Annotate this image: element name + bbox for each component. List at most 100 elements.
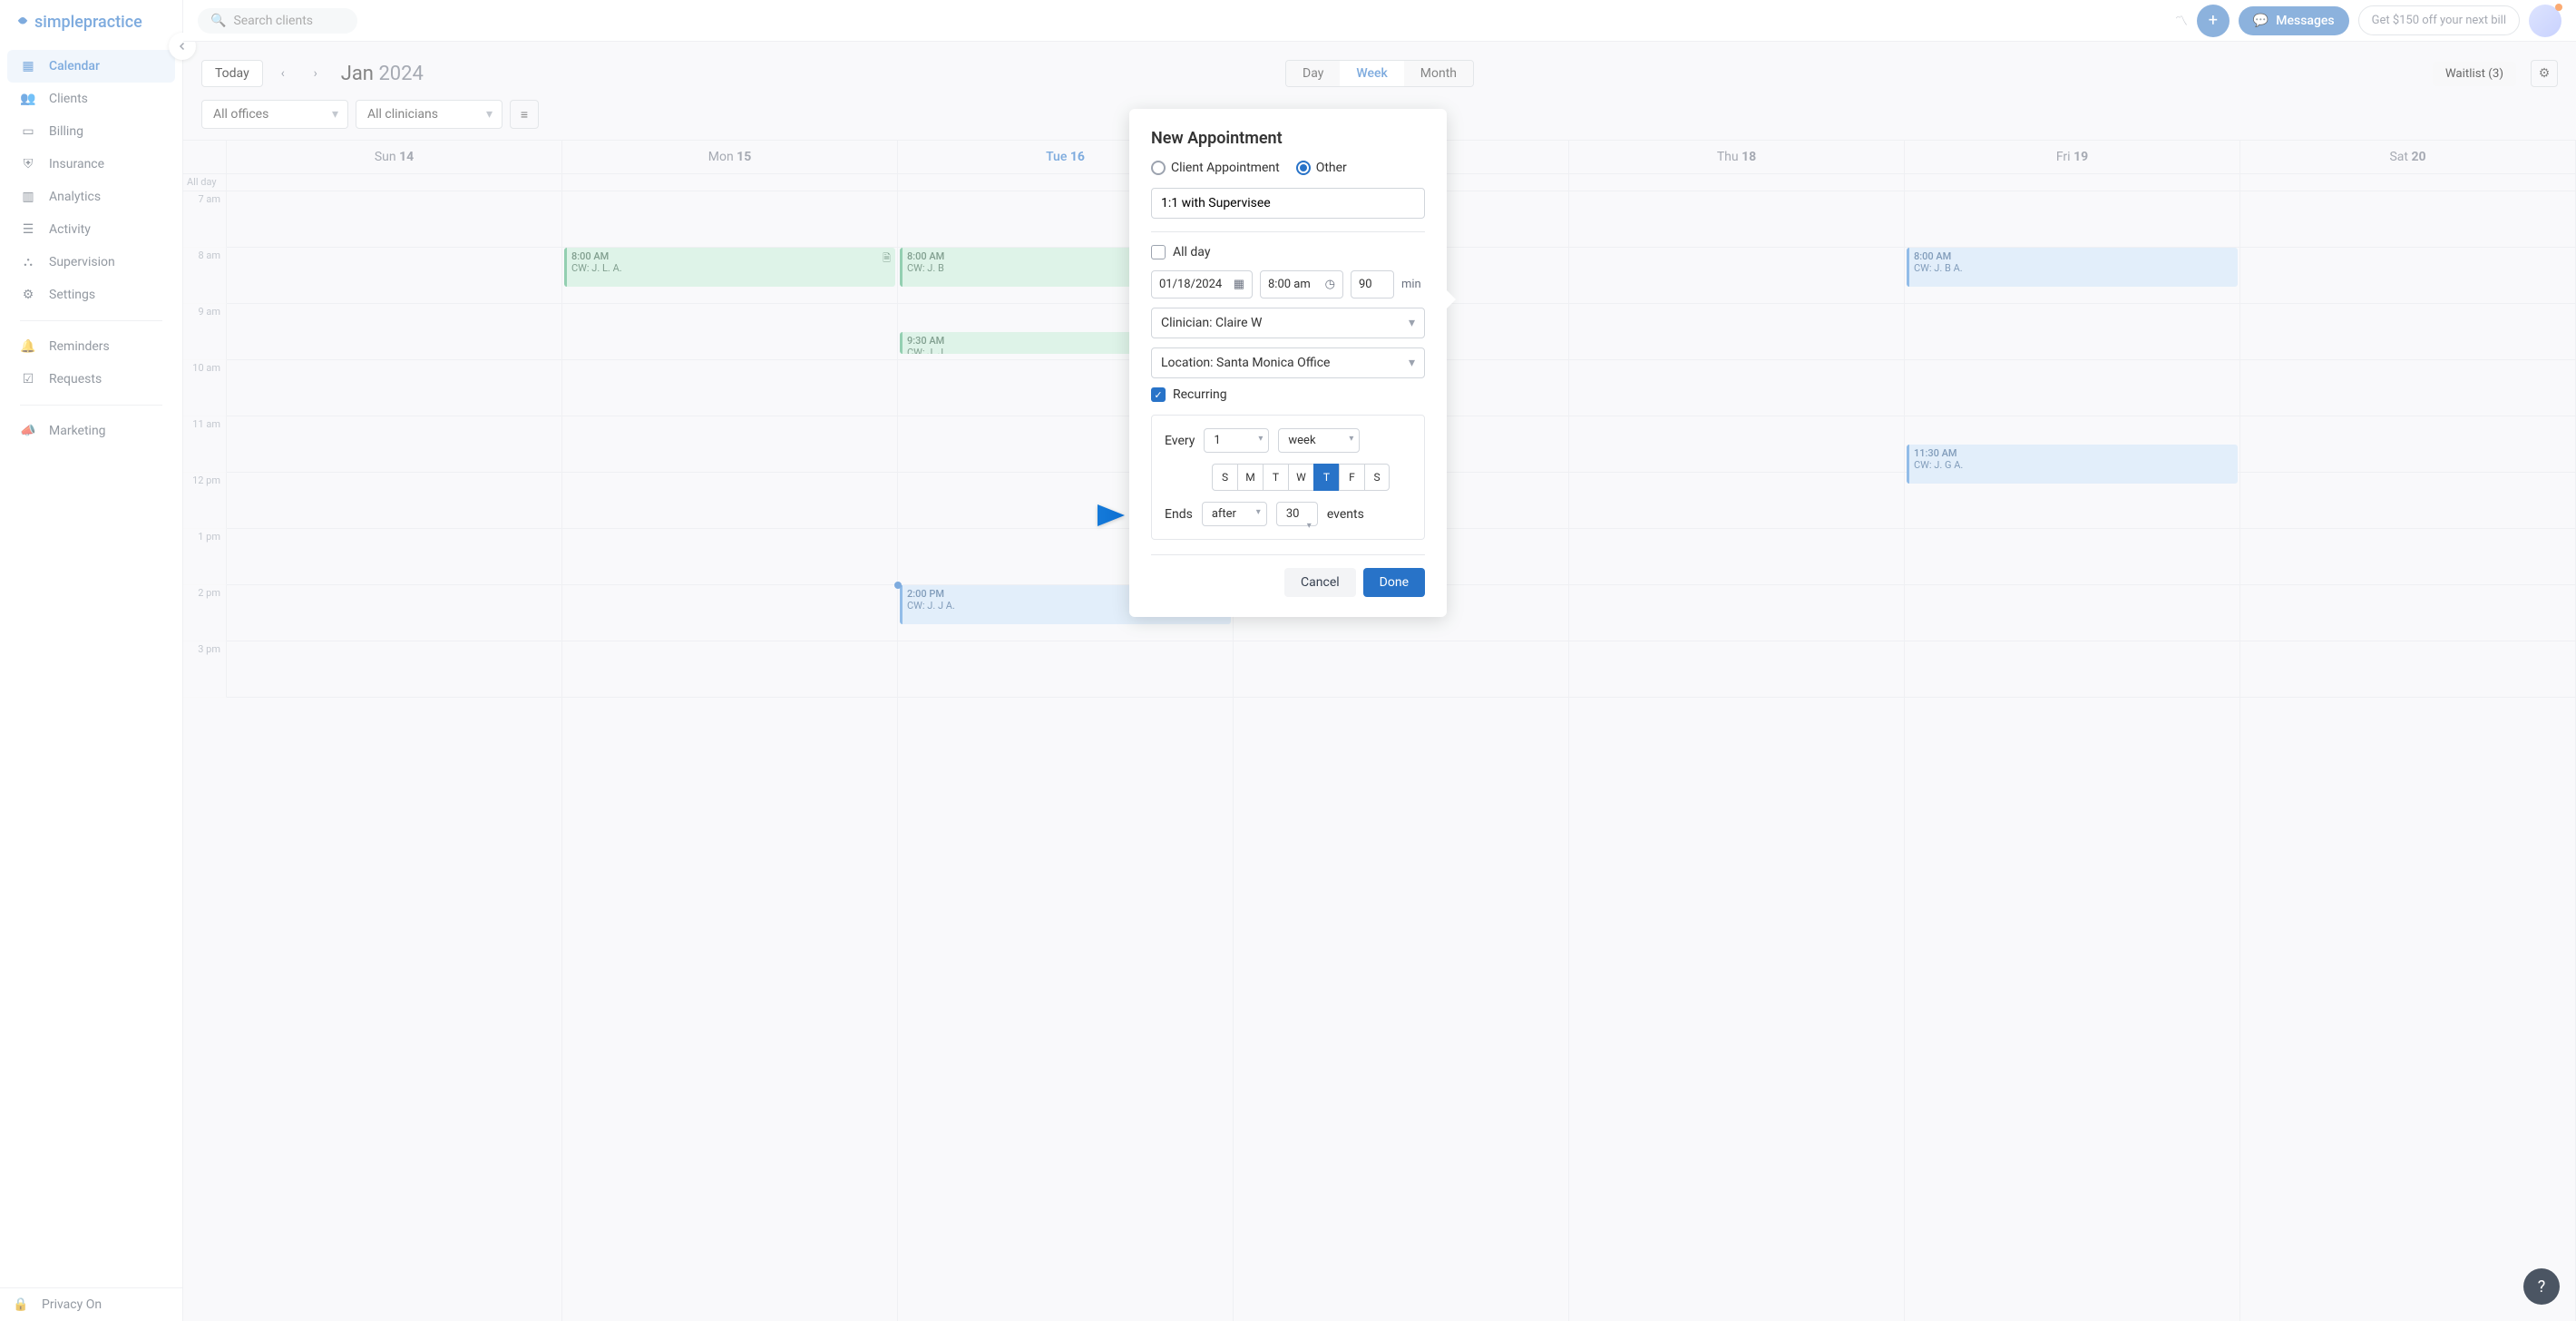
checkbox-icon: ✓ <box>1151 387 1166 402</box>
time-input[interactable]: 8:00 am ◷ <box>1260 270 1343 298</box>
messages-button[interactable]: 💬 Messages <box>2239 6 2349 35</box>
duration-input[interactable]: 90 <box>1351 270 1394 298</box>
day-btn[interactable]: F <box>1339 464 1364 491</box>
clinicians-filter[interactable]: All clinicians <box>356 100 503 129</box>
calendar-event[interactable]: 8:00 AM 🗎CW: J. L. A. <box>564 248 895 287</box>
min-label: min <box>1401 278 1421 291</box>
day-header[interactable]: Sat 20 <box>2240 141 2576 173</box>
sidebar-item-privacy[interactable]: 🔒 Privacy On <box>0 1288 182 1321</box>
view-day[interactable]: Day <box>1286 61 1340 86</box>
calendar-icon: ▦ <box>1234 278 1244 291</box>
modal-title: New Appointment <box>1151 129 1425 148</box>
date-input[interactable]: 01/18/2024 ▦ <box>1151 270 1253 298</box>
radio-client-appointment[interactable]: Client Appointment <box>1151 161 1280 175</box>
next-button[interactable]: › <box>303 61 328 86</box>
shield-icon: ⛨ <box>20 157 36 171</box>
recurring-checkbox-row[interactable]: ✓ Recurring <box>1151 387 1425 402</box>
ends-mode-select[interactable]: after <box>1202 502 1267 526</box>
radio-other[interactable]: Other <box>1296 161 1347 175</box>
events-label: events <box>1327 507 1364 522</box>
prev-button[interactable]: ‹ <box>270 61 296 86</box>
day-btn[interactable]: W <box>1288 464 1313 491</box>
search-input[interactable] <box>233 14 345 28</box>
list-icon: ☰ <box>20 222 36 237</box>
day-header[interactable]: Fri 19 <box>1905 141 2240 173</box>
today-button[interactable]: Today <box>201 60 263 87</box>
sidebar-item-calendar[interactable]: ▦ Calendar <box>7 50 175 83</box>
sidebar-item-supervision[interactable]: ⛬ Supervision <box>7 246 175 279</box>
butterfly-icon <box>15 15 31 31</box>
users-icon: 👥 <box>20 92 36 106</box>
radio-icon <box>1151 161 1166 175</box>
day-col-thu[interactable] <box>1569 191 1905 1321</box>
sidebar-item-label: Settings <box>49 288 95 302</box>
day-header[interactable]: Mon 15 <box>562 141 898 173</box>
location-select[interactable]: Location: Santa Monica Office ▾ <box>1151 347 1425 378</box>
allday-checkbox-row[interactable]: All day <box>1151 245 1425 259</box>
promo-button[interactable]: Get $150 off your next bill <box>2358 5 2520 35</box>
day-btn[interactable]: S <box>1212 464 1237 491</box>
freq-unit-select[interactable]: week <box>1278 428 1360 453</box>
day-col-sat[interactable] <box>2240 191 2576 1321</box>
done-button[interactable]: Done <box>1363 568 1425 597</box>
appointment-name-input[interactable] <box>1151 188 1425 219</box>
ends-count-select[interactable]: 30 <box>1276 502 1318 526</box>
chevron-down-icon: ▾ <box>1409 356 1415 370</box>
messages-label: Messages <box>2276 14 2334 28</box>
sidebar-item-analytics[interactable]: ▥ Analytics <box>7 181 175 213</box>
view-week[interactable]: Week <box>1340 61 1403 86</box>
logo[interactable]: simplepractice <box>0 0 182 44</box>
freq-num-select[interactable]: 1 <box>1204 428 1269 453</box>
avatar[interactable] <box>2529 5 2561 37</box>
bell-icon: 🔔 <box>20 339 36 354</box>
megaphone-icon: 📣 <box>20 424 36 438</box>
day-col-fri[interactable]: 8:00 AMCW: J. B A. 11:30 AMCW: J. G A. <box>1905 191 2240 1321</box>
trend-icon[interactable]: 〽 <box>2175 12 2188 30</box>
calendar-settings-button[interactable]: ⚙ <box>2531 60 2558 87</box>
day-header[interactable]: Thu 18 <box>1569 141 1905 173</box>
sidebar-item-label: Activity <box>49 222 91 237</box>
waitlist-button[interactable]: Waitlist (3) <box>2433 62 2516 86</box>
sidebar-item-settings[interactable]: ⚙ Settings <box>7 279 175 311</box>
sidebar-item-label: Supervision <box>49 255 115 269</box>
calendar-event[interactable]: 8:00 AMCW: J. B A. <box>1907 248 2238 287</box>
view-switch: Day Week Month <box>1285 60 1474 87</box>
sidebar-item-clients[interactable]: 👥 Clients <box>7 83 175 115</box>
bars-icon: ▥ <box>20 190 36 204</box>
day-btn[interactable]: T <box>1263 464 1288 491</box>
radio-icon <box>1296 161 1311 175</box>
lock-icon: 🔒 <box>13 1297 29 1312</box>
day-btn[interactable]: T <box>1313 464 1339 491</box>
day-btn[interactable]: S <box>1364 464 1390 491</box>
chevron-down-icon: ▾ <box>1409 316 1415 330</box>
offices-filter[interactable]: All offices <box>201 100 348 129</box>
sidebar-item-activity[interactable]: ☰ Activity <box>7 213 175 246</box>
recurring-options: Every 1 week SMTWTFS Ends after 30 event… <box>1151 415 1425 540</box>
day-header[interactable]: Sun 14 <box>227 141 562 173</box>
sidebar-item-label: Reminders <box>49 339 110 354</box>
add-button[interactable]: + <box>2197 5 2230 37</box>
sidebar-item-requests[interactable]: ☑ Requests <box>7 363 175 396</box>
cancel-button[interactable]: Cancel <box>1284 568 1356 597</box>
calendar-event[interactable]: 11:30 AMCW: J. G A. <box>1907 445 2238 484</box>
brand-text: simplepractice <box>34 13 142 32</box>
sidebar-item-billing[interactable]: ▭ Billing <box>7 115 175 148</box>
day-col-mon[interactable]: 8:00 AM 🗎CW: J. L. A. <box>562 191 898 1321</box>
search-box[interactable]: 🔍 <box>198 8 357 34</box>
sidebar-item-marketing[interactable]: 📣 Marketing <box>7 415 175 447</box>
clock-icon: ◷ <box>1325 278 1335 291</box>
day-col-sun[interactable] <box>227 191 562 1321</box>
day-btn[interactable]: M <box>1237 464 1263 491</box>
view-month[interactable]: Month <box>1404 61 1473 86</box>
sidebar-item-insurance[interactable]: ⛨ Insurance <box>7 148 175 181</box>
sidebar-item-reminders[interactable]: 🔔 Reminders <box>7 330 175 363</box>
divider <box>20 320 162 321</box>
sidebar-item-label: Billing <box>49 124 83 139</box>
divider <box>20 405 162 406</box>
filter-options-button[interactable]: ≡ <box>510 100 539 129</box>
calendar-icon: ▦ <box>20 59 36 73</box>
help-button[interactable]: ? <box>2523 1268 2560 1305</box>
sidebar: simplepractice ▦ Calendar 👥 Clients ▭ Bi… <box>0 0 183 1321</box>
clinician-select[interactable]: Clinician: Claire W ▾ <box>1151 308 1425 338</box>
ends-label: Ends <box>1165 507 1193 522</box>
